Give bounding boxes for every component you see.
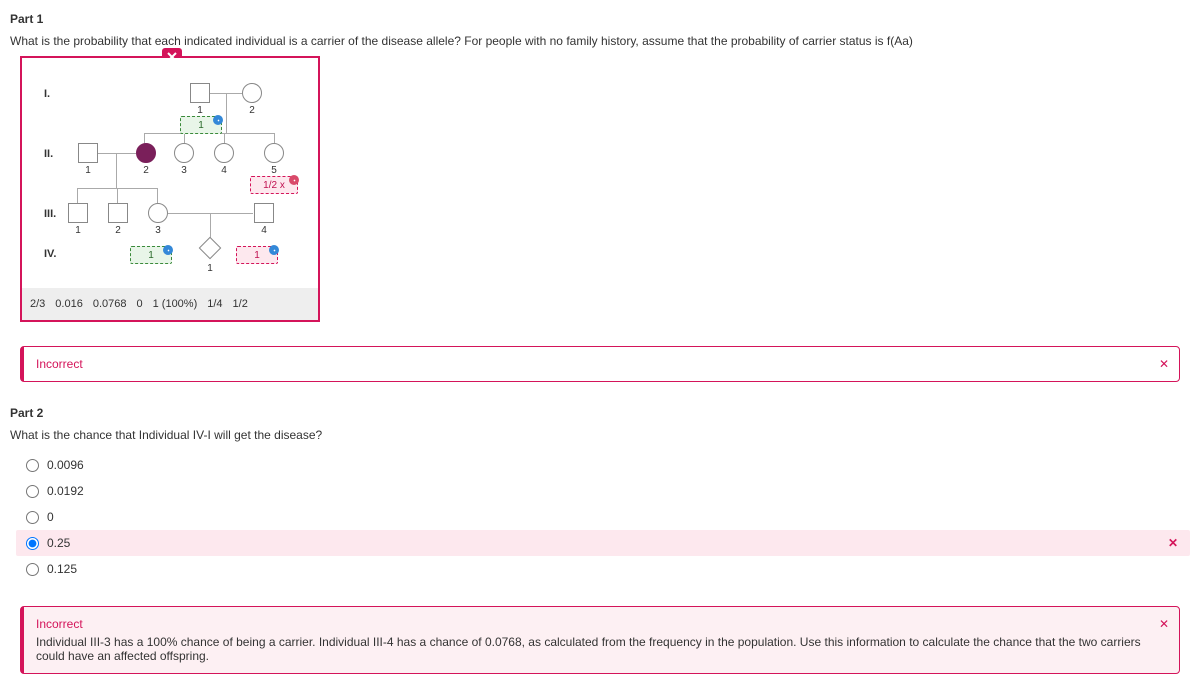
individual-III-1[interactable]	[68, 203, 88, 223]
label-II-2: 2	[136, 165, 156, 176]
dropzone-II-5-value: 1/2 x	[263, 180, 285, 191]
dropzone-IV-right-value: 1	[254, 250, 260, 261]
dropzone-IV-left-value: 1	[148, 250, 154, 261]
individual-II-3[interactable]	[174, 143, 194, 163]
chip[interactable]: 1/2	[233, 298, 248, 310]
dropzone-II-5-tag	[289, 175, 299, 185]
part2-feedback: Incorrect Individual III-3 has a 100% ch…	[20, 606, 1180, 674]
chip[interactable]: 1 (100%)	[153, 298, 198, 310]
option-4-radio[interactable]	[26, 563, 39, 576]
part2-feedback-label: Incorrect	[36, 617, 1167, 631]
chip[interactable]: 0.0768	[93, 298, 127, 310]
option-1-label: 0.0192	[47, 484, 84, 498]
chip[interactable]: 0.016	[55, 298, 83, 310]
individual-III-4[interactable]	[254, 203, 274, 223]
gen-3-label: III.	[44, 208, 56, 220]
option-2[interactable]: 0	[16, 504, 1190, 530]
option-1[interactable]: 0.0192	[16, 478, 1190, 504]
individual-II-1[interactable]	[78, 143, 98, 163]
chip[interactable]: 1/4	[207, 298, 222, 310]
option-wrong-icon: ✕	[1168, 536, 1178, 550]
label-III-3: 3	[148, 225, 168, 236]
dropzone-IV-right-tag	[269, 245, 279, 255]
part1-prompt: What is the probability that each indica…	[10, 34, 1190, 48]
option-0-radio[interactable]	[26, 459, 39, 472]
gen-2-label: II.	[44, 148, 53, 160]
dropzone-IV-left-tag	[163, 245, 173, 255]
individual-II-4[interactable]	[214, 143, 234, 163]
close-icon[interactable]: ✕	[1159, 357, 1169, 371]
chip[interactable]: 0	[136, 298, 142, 310]
option-1-radio[interactable]	[26, 485, 39, 498]
option-3-radio[interactable]	[26, 537, 39, 550]
option-2-radio[interactable]	[26, 511, 39, 524]
label-IV-1: 1	[200, 263, 220, 274]
option-3-label: 0.25	[47, 536, 70, 550]
individual-III-3[interactable]	[148, 203, 168, 223]
gen-1-label: I.	[44, 88, 50, 100]
option-2-label: 0	[47, 510, 54, 524]
option-4[interactable]: 0.125	[16, 556, 1190, 582]
individual-I-1[interactable]	[190, 83, 210, 103]
dropzone-IV-right[interactable]: 1	[236, 246, 278, 264]
chip[interactable]: 2/3	[30, 298, 45, 310]
part1-feedback: Incorrect ✕	[20, 346, 1180, 382]
individual-III-2[interactable]	[108, 203, 128, 223]
label-I-2: 2	[242, 105, 262, 116]
option-0[interactable]: 0.0096	[16, 452, 1190, 478]
dropzone-I-1[interactable]: 1	[180, 116, 222, 134]
option-3[interactable]: 0.25 ✕	[16, 530, 1190, 556]
chip-tray: 2/3 0.016 0.0768 0 1 (100%) 1/4 1/2	[22, 288, 318, 320]
option-4-label: 0.125	[47, 562, 77, 576]
part1-title: Part 1	[10, 12, 1190, 26]
part2-options: 0.0096 0.0192 0 0.25 ✕ 0.125	[16, 452, 1190, 582]
label-I-1: 1	[190, 105, 210, 116]
label-II-3: 3	[174, 165, 194, 176]
dropzone-II-5[interactable]: 1/2 x	[250, 176, 298, 194]
label-III-4: 4	[254, 225, 274, 236]
part2-feedback-body: Individual III-3 has a 100% chance of be…	[36, 635, 1141, 663]
label-II-4: 4	[214, 165, 234, 176]
close-icon[interactable]: ✕	[1159, 617, 1169, 631]
label-II-1: 1	[78, 165, 98, 176]
individual-II-5[interactable]	[264, 143, 284, 163]
individual-I-2[interactable]	[242, 83, 262, 103]
option-0-label: 0.0096	[47, 458, 84, 472]
individual-II-2-affected[interactable]	[136, 143, 156, 163]
pedigree-area[interactable]: I. II. III. IV. 1 1 2 1 2 3	[22, 58, 318, 288]
dropzone-I-1-tag	[213, 115, 223, 125]
label-III-1: 1	[68, 225, 88, 236]
part2-title: Part 2	[10, 406, 1190, 420]
dropzone-I-1-value: 1	[198, 120, 204, 131]
label-II-5: 5	[264, 165, 284, 176]
label-III-2: 2	[108, 225, 128, 236]
pedigree-diagram: I. II. III. IV. 1 1 2 1 2 3	[20, 56, 320, 322]
gen-4-label: IV.	[44, 248, 56, 260]
part2-prompt: What is the chance that Individual IV-I …	[10, 428, 1190, 442]
part1-feedback-label: Incorrect	[36, 357, 83, 371]
dropzone-IV-left[interactable]: 1	[130, 246, 172, 264]
individual-IV-1[interactable]	[199, 237, 222, 260]
